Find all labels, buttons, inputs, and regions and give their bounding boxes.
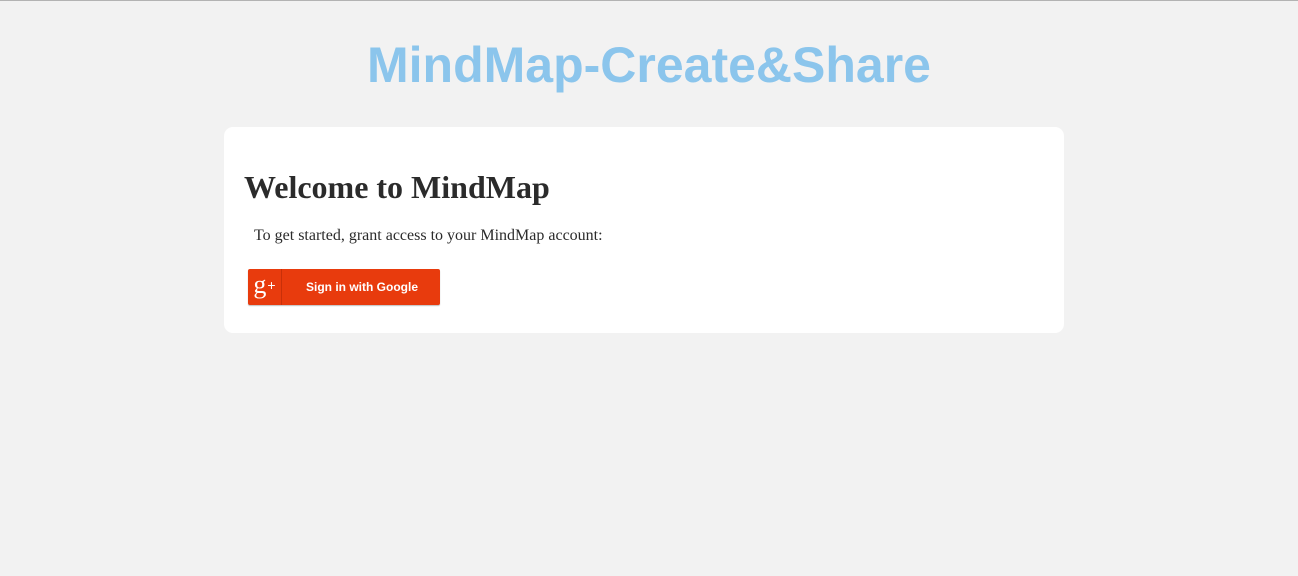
page: MindMap-Create&Share Welcome to MindMap … xyxy=(0,0,1298,576)
sign-in-with-google-button[interactable]: g + Sign in with Google xyxy=(248,269,440,305)
instruction-text: To get started, grant access to your Min… xyxy=(254,227,603,244)
google-plus-icon-g: g xyxy=(253,270,267,299)
site-title: MindMap-Create&Share xyxy=(367,37,931,93)
sign-in-button-label: Sign in with Google xyxy=(306,280,418,294)
google-plus-icon: g + xyxy=(248,269,282,305)
welcome-card: Welcome to MindMap To get started, grant… xyxy=(224,127,1064,333)
welcome-heading: Welcome to MindMap xyxy=(244,169,550,205)
google-plus-icon-plus: + xyxy=(267,277,276,293)
